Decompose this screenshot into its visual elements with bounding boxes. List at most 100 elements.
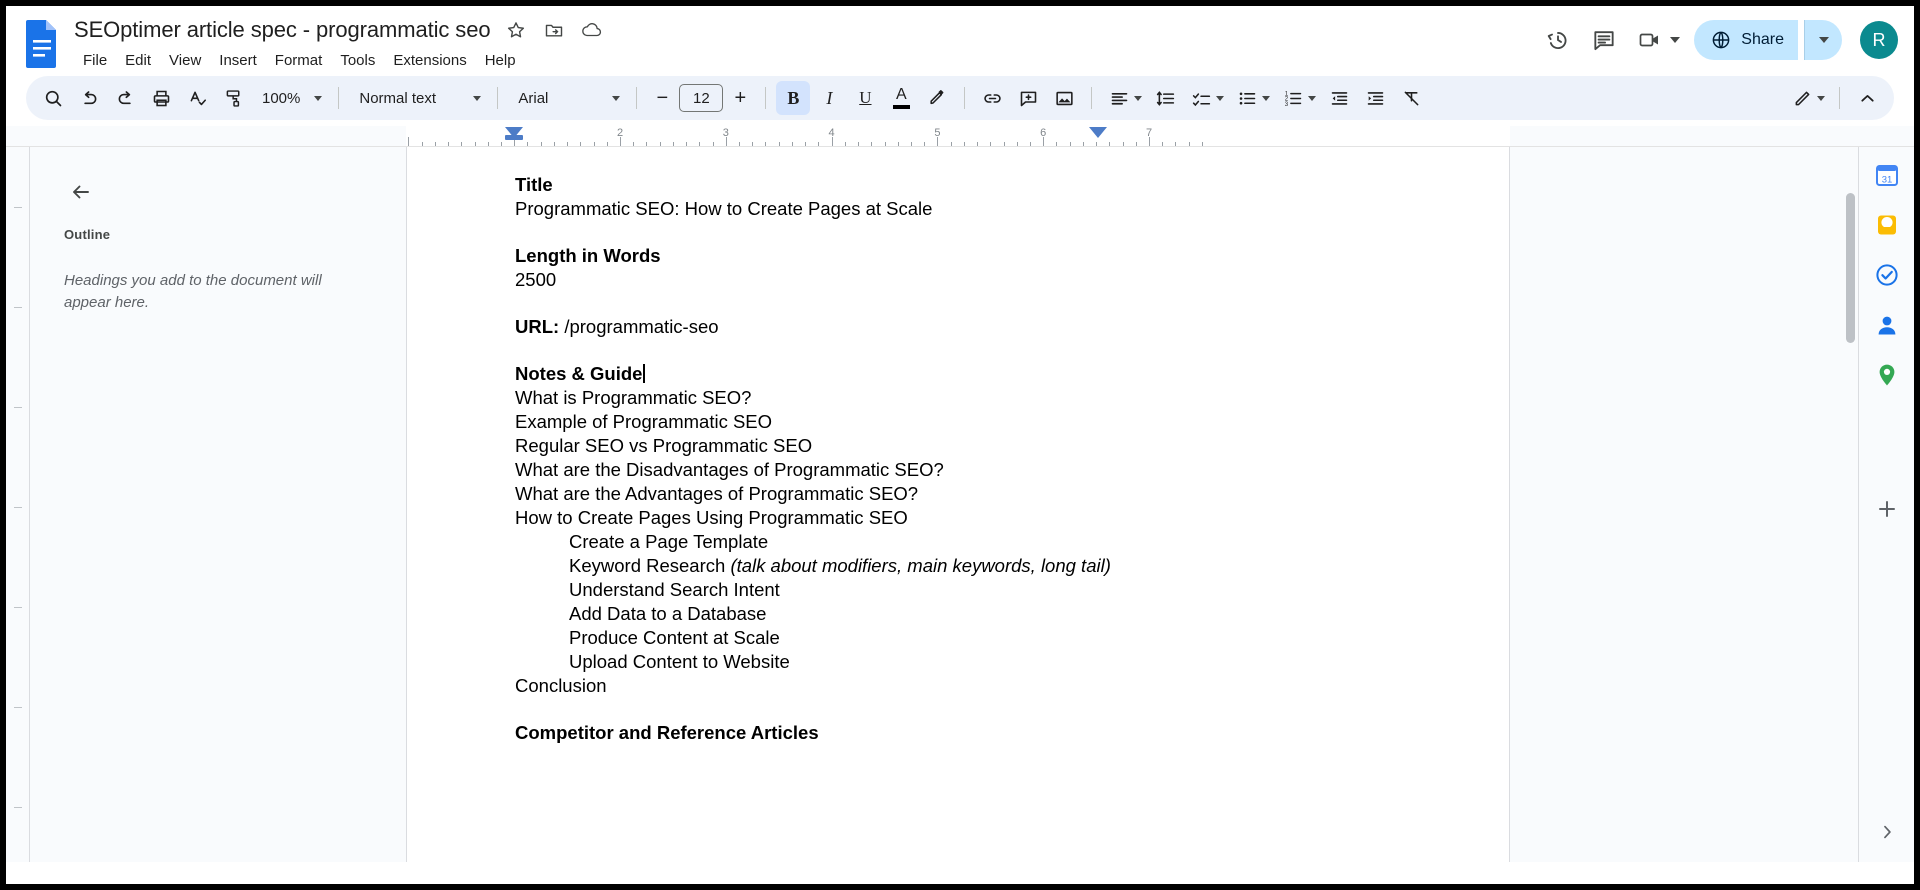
menu-item-format[interactable]: Format [266, 49, 332, 72]
decrease-indent-icon[interactable] [1322, 81, 1356, 115]
menu-item-insert[interactable]: Insert [210, 49, 266, 72]
numbered-list-icon[interactable]: 1 2 3 [1276, 81, 1310, 115]
bulleted-list-chevron-down-icon[interactable] [1262, 96, 1270, 101]
document-heading[interactable]: Title [515, 173, 1429, 197]
document-paragraph[interactable]: Example of Programmatic SEO [515, 410, 1429, 434]
sidebar-tasks-icon[interactable] [1867, 255, 1907, 295]
meet-video-button[interactable] [1630, 20, 1680, 60]
font-family-selector[interactable]: Arial [508, 81, 626, 115]
numbered-list-control[interactable]: 1 2 3 [1276, 81, 1320, 115]
document-paragraph[interactable]: What are the Advantages of Programmatic … [515, 482, 1429, 506]
sidebar-keep-icon[interactable] [1867, 205, 1907, 245]
search-icon[interactable] [36, 81, 70, 115]
align-chevron-down-icon[interactable] [1134, 96, 1142, 101]
sidebar-contacts-icon[interactable] [1867, 305, 1907, 345]
document-paragraph[interactable]: How to Create Pages Using Programmatic S… [515, 506, 1429, 530]
document-page[interactable]: TitleProgrammatic SEO: How to Create Pag… [406, 147, 1510, 862]
toolbar-divider [1839, 87, 1840, 109]
cloud-saved-icon[interactable] [580, 18, 604, 42]
menu-item-tools[interactable]: Tools [331, 49, 384, 72]
document-indented-paragraph[interactable]: Keyword Research (talk about modifiers, … [515, 554, 1429, 578]
document-body[interactable]: TitleProgrammatic SEO: How to Create Pag… [407, 173, 1509, 745]
checklist-control[interactable] [1184, 81, 1228, 115]
document-label-value[interactable]: URL: /programmatic-seo [515, 315, 1429, 339]
bold-button[interactable]: B [776, 81, 810, 115]
font-size-input[interactable] [679, 84, 723, 112]
ruler[interactable]: 1234567 [406, 126, 1510, 146]
document-paragraph[interactable]: 2500 [515, 268, 1429, 292]
checklist-chevron-down-icon[interactable] [1216, 96, 1224, 101]
document-heading[interactable]: Competitor and Reference Articles [515, 721, 1429, 745]
italic-button[interactable]: I [812, 81, 846, 115]
add-comment-icon[interactable] [1011, 81, 1045, 115]
document-heading[interactable]: Length in Words [515, 244, 1429, 268]
document-indented-paragraph[interactable]: Understand Search Intent [515, 578, 1429, 602]
clear-formatting-icon[interactable] [1394, 81, 1428, 115]
decrease-font-size-button[interactable]: − [647, 83, 677, 113]
document-paragraph[interactable]: Conclusion [515, 674, 1429, 698]
edit-pencil-icon[interactable] [1785, 81, 1819, 115]
document-heading[interactable]: Notes & Guide [515, 362, 1429, 386]
insert-image-icon[interactable] [1047, 81, 1081, 115]
menu-item-file[interactable]: File [74, 49, 116, 72]
chevron-right-icon[interactable] [1871, 816, 1903, 848]
bulleted-list-icon[interactable] [1230, 81, 1264, 115]
add-sidebar-app-button[interactable] [1867, 489, 1907, 529]
document-paragraph[interactable]: What is Programmatic SEO? [515, 386, 1429, 410]
sidebar-calendar-icon[interactable]: 31 [1867, 155, 1907, 195]
text-color-button[interactable]: A [884, 81, 918, 115]
document-paragraph[interactable]: Programmatic SEO: How to Create Pages at… [515, 197, 1429, 221]
back-arrow-icon[interactable] [64, 175, 98, 209]
undo-icon[interactable] [72, 81, 106, 115]
document-indented-paragraph[interactable]: Add Data to a Database [515, 602, 1429, 626]
version-history-icon[interactable] [1538, 20, 1578, 60]
star-icon[interactable] [504, 18, 528, 42]
vertical-scrollbar-thumb[interactable] [1846, 193, 1855, 343]
increase-indent-icon[interactable] [1358, 81, 1392, 115]
highlight-pen-icon[interactable] [920, 81, 954, 115]
sidebar-maps-icon[interactable] [1867, 355, 1907, 395]
align-left-icon[interactable] [1102, 81, 1136, 115]
document-paragraph[interactable]: Regular SEO vs Programmatic SEO [515, 434, 1429, 458]
print-icon[interactable] [144, 81, 178, 115]
meet-chevron-down-icon[interactable] [1670, 37, 1680, 43]
increase-font-size-button[interactable]: + [725, 83, 755, 113]
redo-icon[interactable] [108, 81, 142, 115]
page-title[interactable]: SEOptimer article spec - programmatic se… [74, 17, 490, 43]
comment-history-icon[interactable] [1584, 20, 1624, 60]
menu-item-extensions[interactable]: Extensions [384, 49, 475, 72]
document-paragraph[interactable]: What are the Disadvantages of Programmat… [515, 458, 1429, 482]
chevron-up-icon[interactable] [1850, 81, 1884, 115]
main-area: Outline Headings you add to the document… [6, 146, 1914, 862]
move-folder-icon[interactable] [542, 18, 566, 42]
menu-item-view[interactable]: View [160, 49, 210, 72]
align-control[interactable] [1102, 81, 1146, 115]
avatar[interactable]: R [1860, 21, 1898, 59]
right-indent-marker[interactable] [1089, 127, 1107, 138]
editing-mode-control[interactable] [1785, 81, 1829, 115]
editing-mode-chevron-down-icon[interactable] [1817, 96, 1825, 101]
document-indented-paragraph[interactable]: Create a Page Template [515, 530, 1429, 554]
spellcheck-icon[interactable] [180, 81, 214, 115]
document-scroll-area[interactable]: TitleProgrammatic SEO: How to Create Pag… [406, 147, 1858, 862]
menu-item-edit[interactable]: Edit [116, 49, 160, 72]
share-options-chevron-down-icon[interactable] [1804, 20, 1842, 60]
ruler-number: 6 [1040, 127, 1046, 139]
checklist-icon[interactable] [1184, 81, 1218, 115]
bulleted-list-control[interactable] [1230, 81, 1274, 115]
underline-button[interactable]: U [848, 81, 882, 115]
document-indented-paragraph[interactable]: Upload Content to Website [515, 650, 1429, 674]
meet-video-icon[interactable] [1630, 20, 1670, 60]
share-button[interactable]: Share [1694, 20, 1798, 60]
zoom-selector[interactable]: 100% [252, 81, 328, 115]
left-indent-marker[interactable] [505, 127, 523, 138]
menu-item-help[interactable]: Help [476, 49, 525, 72]
line-spacing-icon[interactable] [1148, 81, 1182, 115]
paragraph-style-selector[interactable]: Normal text [349, 81, 487, 115]
paint-format-icon[interactable] [216, 81, 250, 115]
insert-link-icon[interactable] [975, 81, 1009, 115]
numbered-list-chevron-down-icon[interactable] [1308, 96, 1316, 101]
document-indented-paragraph[interactable]: Produce Content at Scale [515, 626, 1429, 650]
docs-file-icon[interactable] [22, 18, 62, 70]
field-label: URL: [515, 316, 564, 337]
